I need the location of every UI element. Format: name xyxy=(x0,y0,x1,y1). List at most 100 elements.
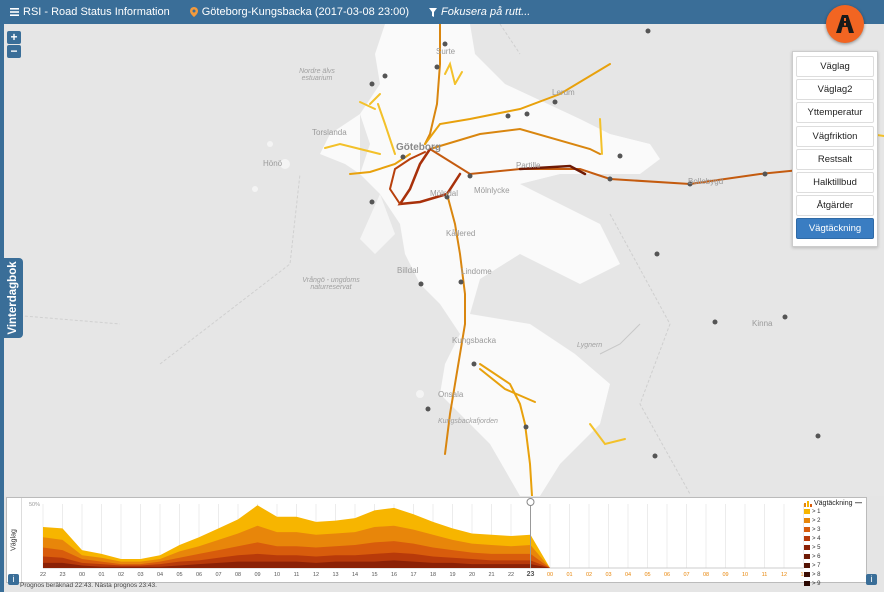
map-pin-icon xyxy=(189,7,198,17)
legend-item: > 2 xyxy=(804,516,864,525)
layer-button-7[interactable]: Vägtäckning xyxy=(796,218,874,240)
hour-tick-label: 23 xyxy=(527,571,535,578)
hour-tick-label: 01 xyxy=(566,572,572,578)
map-label-bollebygd: Bollebygd xyxy=(688,177,724,186)
layer-button-6[interactable]: Åtgärder xyxy=(796,195,874,217)
hour-tick-label: 05 xyxy=(176,572,182,578)
map-area[interactable]: Surte Nordre älvs estuarium Lerum Torsla… xyxy=(0,23,884,591)
hour-tick-label: 18 xyxy=(430,572,436,578)
map-label-kallered: Kållered xyxy=(446,229,476,238)
menu-button[interactable]: RSI - Road Status Information xyxy=(10,6,170,18)
legend-swatch xyxy=(804,527,810,532)
app-logo[interactable] xyxy=(826,5,864,43)
legend-swatch xyxy=(804,509,810,514)
hour-tick-label: 04 xyxy=(625,572,631,578)
legend-label: > 3 xyxy=(812,526,821,533)
map-label-onsala: Onsala xyxy=(438,390,464,399)
map-label-kinna: Kinna xyxy=(752,319,773,328)
legend-item: > 4 xyxy=(804,534,864,543)
location-selector[interactable]: Göteborg-Kungsbacka (2017-03-08 23:00) xyxy=(189,6,410,18)
winter-diary-tab[interactable]: Vinterdagbok xyxy=(2,258,23,338)
legend-collapse-icon[interactable]: — xyxy=(855,500,862,507)
map-label-lindome: Lindome xyxy=(461,267,492,276)
hour-tick-label: 11 xyxy=(294,572,300,578)
filter-icon xyxy=(429,7,438,17)
hour-tick-label: 09 xyxy=(722,572,728,578)
legend-item: > 8 xyxy=(804,570,864,579)
layer-button-5[interactable]: Halktillbud xyxy=(796,171,874,193)
legend-title-text: Vägtäckning xyxy=(814,500,853,507)
info-icon: i xyxy=(12,574,15,584)
hour-tick-label: 01 xyxy=(98,572,104,578)
info-right-button[interactable]: i xyxy=(866,574,877,585)
map-label-molnlycke: Mölnlycke xyxy=(474,186,510,195)
forecast-panel: Väglag 50% 22 23 00 01 02 03 04 05 06 07 08 09 10 11 12… xyxy=(6,497,867,587)
road-condition-tab[interactable]: Väglag xyxy=(7,498,22,582)
hour-tick-label: 07 xyxy=(683,572,689,578)
road-condition-tab-label: Väglag xyxy=(10,529,18,551)
legend-swatch xyxy=(804,563,810,568)
hour-tick-label: 21 xyxy=(488,572,494,578)
hamburger-icon xyxy=(10,8,19,16)
hour-tick-label: 23 xyxy=(59,572,65,578)
legend-swatch xyxy=(804,545,810,550)
map-label-nordre: Nordre älvs estuarium xyxy=(299,68,335,82)
legend-item: > 7 xyxy=(804,561,864,570)
legend-swatch xyxy=(804,536,810,541)
zoom-in-button[interactable]: + xyxy=(7,31,21,44)
map-label-goteborg: Göteborg xyxy=(396,142,441,153)
hour-tick-label: 04 xyxy=(157,572,163,578)
hour-tick-label: 02 xyxy=(118,572,124,578)
hour-tick-label: 07 xyxy=(215,572,221,578)
map-label-kungsbackafjorden: Kungsbackafjorden xyxy=(438,418,498,425)
hour-tick-label: 02 xyxy=(586,572,592,578)
hour-tick-label: 03 xyxy=(137,572,143,578)
hour-tick-label: 00 xyxy=(79,572,85,578)
legend-label: > 4 xyxy=(812,535,821,542)
time-slider-handle[interactable] xyxy=(526,498,535,506)
map-label-molndal: Mölndal xyxy=(430,189,459,198)
hour-tick-label: 19 xyxy=(449,572,455,578)
route-focus-button[interactable]: Fokusera på rutt... xyxy=(429,6,530,18)
hour-tick-label: 00 xyxy=(547,572,553,578)
hour-tick-label: 09 xyxy=(254,572,260,578)
app-title: RSI - Road Status Information xyxy=(23,6,170,18)
layer-button-3[interactable]: Vägfriktion xyxy=(796,125,874,147)
legend-item: > 6 xyxy=(804,552,864,561)
hour-tick-label: 22 xyxy=(40,572,46,578)
map-label-lygnern: Lygnern xyxy=(577,342,603,349)
legend-label: > 9 xyxy=(812,580,821,587)
legend-swatch xyxy=(804,554,810,559)
hour-tick-label: 12 xyxy=(313,572,319,578)
coverage-chart[interactable]: 50% 22 23 00 01 02 03 04 05 06 07 08 09 10 11 12 13 14 15 1… xyxy=(21,498,811,582)
hour-tick-label: 10 xyxy=(742,572,748,578)
route-focus-label: Fokusera på rutt... xyxy=(441,6,531,18)
map-label-torslanda: Torslanda xyxy=(312,128,347,137)
map-label-hono: Hönö xyxy=(263,159,283,168)
hour-tick-label: 16 xyxy=(391,572,397,578)
hour-tick-label: 20 xyxy=(469,572,475,578)
map-label-billdal: Billdal xyxy=(397,266,419,275)
road-logo-icon xyxy=(836,15,854,33)
legend-title: Vägtäckning — xyxy=(804,500,864,507)
location-label: Göteborg-Kungsbacka (2017-03-08 23:00) xyxy=(201,6,410,18)
layer-button-1[interactable]: Väglag2 xyxy=(796,79,874,101)
info-icon: i xyxy=(870,574,873,584)
legend-label: > 5 xyxy=(812,544,821,551)
info-left-button[interactable]: i xyxy=(8,574,19,585)
map-label-lerum: Lerum xyxy=(552,88,575,97)
legend-item: > 9 xyxy=(804,579,864,588)
legend-item: > 1 xyxy=(804,507,864,516)
hour-tick-label: 08 xyxy=(235,572,241,578)
hour-tick-label: 13 xyxy=(332,572,338,578)
chart-legend: Vägtäckning — > 1 > 2 > 3 > 4 > 5 > 6 > 7 > 8 > … xyxy=(804,500,864,588)
legend-item: > 3 xyxy=(804,525,864,534)
layer-button-0[interactable]: Väglag xyxy=(796,56,874,77)
zoom-out-button[interactable]: − xyxy=(7,45,21,58)
left-edge-bar xyxy=(0,24,4,592)
layer-button-4[interactable]: Restsalt xyxy=(796,148,874,170)
layer-panel: Väglag Väglag2 Yttemperatur Vägfriktion Rest… xyxy=(792,51,878,247)
hour-tick-label: 14 xyxy=(352,572,358,578)
layer-button-2[interactable]: Yttemperatur xyxy=(796,102,874,124)
hour-tick-label: 03 xyxy=(605,572,611,578)
